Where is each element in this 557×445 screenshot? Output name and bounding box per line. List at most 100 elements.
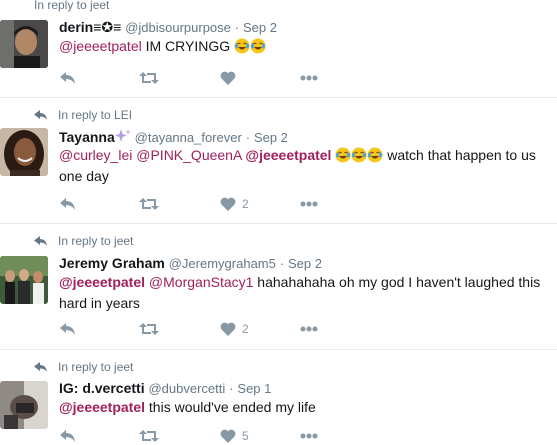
- handle[interactable]: @jdbisourpurpose: [125, 20, 231, 35]
- avatar[interactable]: [0, 381, 48, 429]
- mention[interactable]: @jeeeetpatel: [59, 274, 145, 290]
- like-button[interactable]: 2: [220, 322, 300, 336]
- reply-icon: [60, 430, 75, 442]
- mention[interactable]: @MorganStacy1: [149, 274, 253, 290]
- more-button[interactable]: [300, 75, 318, 81]
- timestamp[interactable]: Sep 2: [288, 256, 322, 271]
- like-button[interactable]: 5: [220, 429, 300, 443]
- tweet-header: Jeremy Graham @Jeremygraham5 · Sep 2: [59, 255, 322, 271]
- reply-context[interactable]: In reply to LEI: [34, 108, 132, 122]
- reply-arrow-icon: [34, 110, 47, 120]
- heart-icon: [220, 322, 236, 336]
- reply-icon: [60, 323, 75, 335]
- emoji-group: [230, 38, 266, 54]
- reply-context-label: In reply to jeet: [58, 360, 134, 374]
- like-count: 5: [242, 429, 249, 443]
- date-separator: ·: [229, 381, 234, 396]
- more-button[interactable]: [300, 433, 318, 439]
- more-icon: [300, 433, 318, 439]
- display-name[interactable]: derin≡✪≡: [59, 19, 121, 35]
- reply-icon: [60, 198, 75, 210]
- retweet-icon: [139, 323, 159, 335]
- retweet-button[interactable]: [139, 429, 220, 443]
- like-button[interactable]: 2: [220, 197, 300, 211]
- tweet-1[interactable]: In reply to jeet derin≡✪≡ @jdbisourpurpo…: [0, 0, 557, 95]
- tweet-header: Tayanna @tayanna_forever · Sep 2: [59, 128, 288, 145]
- avatar-photo: [0, 381, 48, 429]
- tweet-2[interactable]: In reply to LEI Tayanna @tayanna_forever…: [0, 98, 557, 222]
- avatar-photo: [0, 20, 48, 68]
- retweet-button[interactable]: [139, 71, 220, 85]
- tweet-text: @jeeeetpatel this would've ended my life: [59, 397, 549, 418]
- timestamp[interactable]: Sep 1: [237, 381, 271, 396]
- sparkles-icon: [114, 129, 131, 142]
- mention[interactable]: @jeeeetpatel: [59, 38, 142, 54]
- retweet-icon: [139, 430, 159, 442]
- timestamp[interactable]: Sep 2: [254, 130, 288, 145]
- display-name[interactable]: IG: d.vercetti: [59, 380, 145, 396]
- tweet-4[interactable]: In reply to jeet IG: d.vercetti @dubverc…: [0, 350, 557, 445]
- date-separator: ·: [234, 20, 240, 35]
- mention[interactable]: @jeeeetpatel: [245, 147, 331, 163]
- reply-context-label: In reply to LEI: [58, 108, 133, 122]
- emoji-group: [335, 147, 383, 163]
- heart-icon: [220, 197, 236, 211]
- reply-context-label: In reply to jeet: [58, 234, 134, 248]
- reply-context[interactable]: In reply to jeet: [34, 0, 109, 12]
- face-with-tears-of-joy-icon: [351, 147, 367, 163]
- face-with-tears-of-joy-icon: [250, 38, 266, 54]
- reply-button[interactable]: [59, 197, 139, 211]
- tweet-actions: 2: [59, 196, 318, 212]
- like-button[interactable]: [220, 71, 300, 85]
- more-icon: [300, 201, 318, 207]
- reply-button[interactable]: [59, 322, 139, 336]
- tweet-body-text: this would've ended my life: [148, 399, 316, 415]
- avatar[interactable]: [0, 20, 48, 68]
- handle[interactable]: @Jeremygraham5: [169, 256, 276, 271]
- tweet-actions: 5: [59, 428, 318, 444]
- tweet-body-text: IM CRYINGG: [145, 38, 231, 54]
- reply-arrow-icon: [34, 236, 47, 246]
- tweet-actions: [59, 70, 318, 86]
- tweet-3[interactable]: In reply to jeet Jeremy Graham @Jeremygr…: [0, 224, 557, 348]
- date-separator: ·: [279, 256, 285, 271]
- mention[interactable]: @jeeeetpatel: [59, 399, 145, 415]
- tweet-text: @curley_lei @PINK_QueenA @jeeeetpatel wa…: [59, 145, 549, 187]
- more-button[interactable]: [300, 326, 318, 332]
- display-name[interactable]: Tayanna: [59, 129, 115, 145]
- face-with-tears-of-joy-icon: [234, 38, 250, 54]
- retweet-icon: [139, 72, 159, 84]
- avatar[interactable]: [0, 256, 48, 304]
- tweet-text: @jeeeetpatel @MorganStacy1 hahahahaha oh…: [59, 272, 549, 314]
- face-with-tears-of-joy-icon: [367, 147, 383, 163]
- reply-context[interactable]: In reply to jeet: [34, 360, 133, 374]
- retweet-button[interactable]: [139, 197, 220, 211]
- avatar[interactable]: [0, 128, 48, 176]
- tweet-text: @jeeeetpatel IM CRYINGG: [59, 36, 549, 57]
- date-separator: ·: [245, 130, 251, 145]
- more-icon: [300, 326, 318, 332]
- retweet-icon: [139, 198, 159, 210]
- reply-button[interactable]: [59, 71, 139, 85]
- reply-button[interactable]: [59, 429, 139, 443]
- timestamp[interactable]: Sep 2: [243, 20, 277, 35]
- more-icon: [300, 75, 318, 81]
- retweet-button[interactable]: [139, 322, 220, 336]
- heart-icon: [220, 71, 236, 85]
- tweet-header: IG: d.vercetti @dubvercetti · Sep 1: [59, 380, 271, 396]
- tweet-header: derin≡✪≡ @jdbisourpurpose · Sep 2: [59, 19, 277, 36]
- handle[interactable]: @dubvercetti: [148, 381, 225, 396]
- more-button[interactable]: [300, 201, 318, 207]
- mention[interactable]: @PINK_QueenA: [136, 147, 241, 163]
- reply-context[interactable]: In reply to jeet: [34, 234, 133, 248]
- reply-arrow-icon: [34, 362, 47, 372]
- handle[interactable]: @tayanna_forever: [135, 130, 242, 145]
- mention[interactable]: @curley_lei: [59, 147, 132, 163]
- avatar-photo: [0, 256, 48, 304]
- display-name[interactable]: Jeremy Graham: [59, 255, 165, 271]
- heart-icon: [220, 429, 236, 443]
- like-count: 2: [242, 322, 249, 336]
- like-count: 2: [242, 197, 249, 211]
- face-with-tears-of-joy-icon: [335, 147, 351, 163]
- avatar-photo: [0, 128, 48, 176]
